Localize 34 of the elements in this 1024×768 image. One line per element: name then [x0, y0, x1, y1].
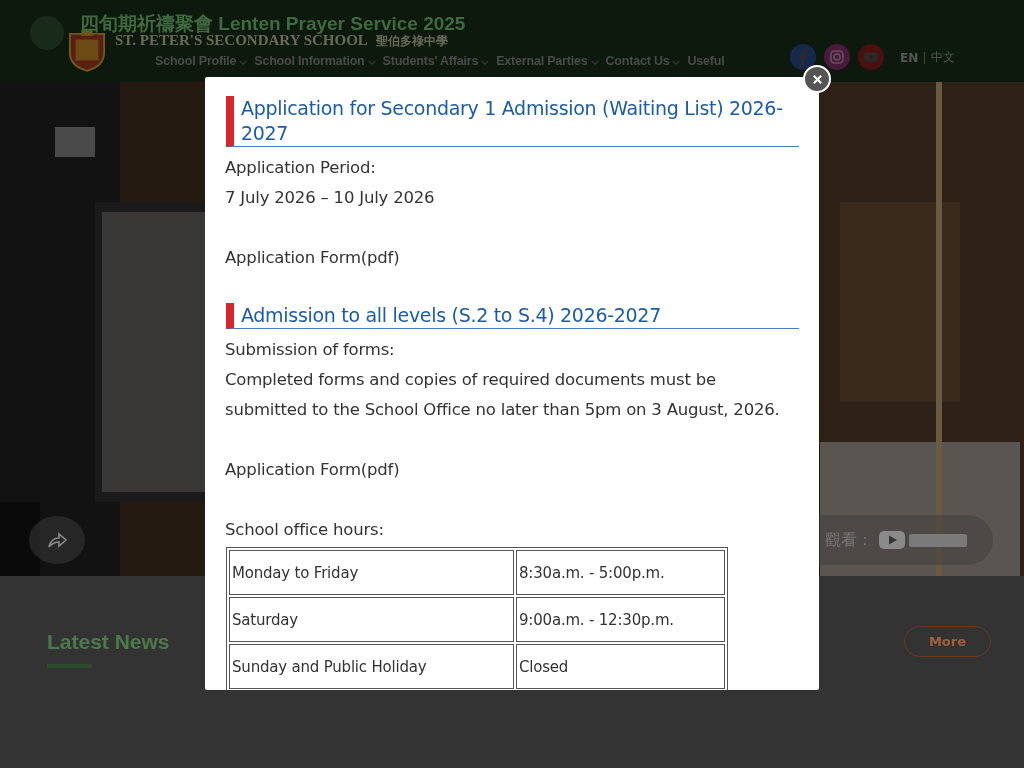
youtube-logo-icon	[879, 528, 969, 552]
nav-link[interactable]: School Information	[254, 54, 376, 68]
table-cell: 9:00a.m. - 12:30p.m.	[516, 597, 725, 642]
table-cell: Monday to Friday	[229, 550, 514, 595]
nav-link[interactable]: Contact Us	[605, 54, 681, 68]
body-text: School office hours:	[225, 519, 385, 541]
body-text: 7 July 2026 – 10 July 2026	[225, 187, 436, 209]
share-button[interactable]	[29, 516, 85, 564]
table-cell: Sunday and Public Holiday	[229, 644, 514, 689]
section-heading: Application for Secondary 1 Admission (Waiting List) 2026-2027	[226, 96, 799, 147]
section-heading: Admission to all levels (S.2 to S.4) 2026-2027	[226, 303, 799, 329]
body-text: Application Form(pdf)	[225, 459, 401, 481]
nav-link[interactable]: External Parties	[496, 54, 599, 68]
nav-link[interactable]: School Profile	[155, 54, 248, 68]
table-cell: 8:30a.m. - 5:00p.m.	[516, 550, 725, 595]
nav-link[interactable]: Students' Affairs	[382, 54, 490, 68]
body-text: Application Period:	[225, 157, 377, 179]
caret-icon	[590, 60, 599, 65]
body-text: Application Form(pdf)	[225, 247, 401, 269]
table-cell: Saturday	[229, 597, 514, 642]
close-icon	[811, 73, 823, 85]
body-text: Submission of forms:	[225, 339, 396, 361]
caret-icon	[672, 60, 681, 65]
caret-icon	[239, 60, 248, 65]
section-title: Latest News	[47, 630, 170, 668]
school-name-chinese: 聖伯多祿中學	[375, 33, 448, 50]
caret-icon	[367, 60, 376, 65]
body-text: Completed forms and copies of required documents must be submitted to the School Office no later than 5pm on 3 August, 2026.	[225, 369, 781, 421]
language-link[interactable]: 中文	[931, 49, 956, 66]
language-link[interactable]: EN	[900, 50, 919, 65]
nav-link[interactable]: Useful	[687, 54, 725, 68]
table-cell: Closed	[516, 644, 725, 689]
facebook-icon[interactable]	[790, 44, 816, 70]
caret-icon	[481, 60, 490, 65]
